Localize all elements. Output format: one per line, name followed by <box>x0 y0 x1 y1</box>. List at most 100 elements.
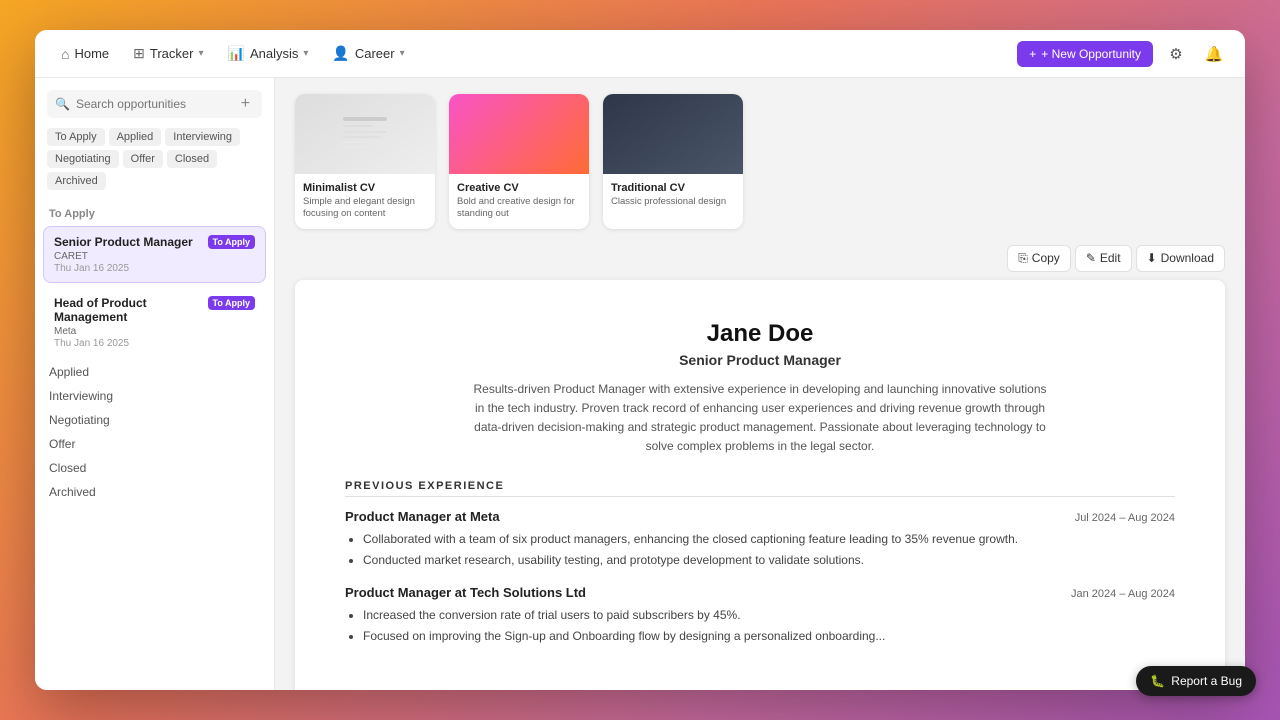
exp-title-techsolutions: Product Manager at Tech Solutions Ltd <box>345 585 586 600</box>
cv-card-desc-traditional: Classic professional design <box>611 196 735 208</box>
status-badge-senior-pm: To Apply <box>208 235 256 249</box>
experience-item-meta: Product Manager at Meta Jul 2024 – Aug 2… <box>345 509 1175 569</box>
resume-summary: Results-driven Product Manager with exte… <box>470 380 1050 457</box>
exp-bullet: Conducted market research, usability tes… <box>363 551 1175 569</box>
exp-bullet: Collaborated with a team of six product … <box>363 530 1175 548</box>
status-badge-head-pm: To Apply <box>208 296 256 310</box>
nav-analysis-label: Analysis <box>250 46 298 61</box>
download-button[interactable]: ⬇ Download <box>1136 245 1225 272</box>
job-company-senior-pm: CARET <box>54 251 255 262</box>
previous-experience-heading: PREVIOUS EXPERIENCE <box>345 480 1175 497</box>
cv-card-title-minimalist: Minimalist CV <box>303 182 427 194</box>
resume-name: Jane Doe <box>345 320 1175 348</box>
sidebar: 🔍 + To Apply Applied Interviewing Negoti… <box>35 78 275 690</box>
download-label: Download <box>1161 251 1214 265</box>
notifications-button[interactable]: 🔔 <box>1199 39 1229 69</box>
filter-tags: To Apply Applied Interviewing Negotiatin… <box>35 128 274 200</box>
exp-title-meta: Product Manager at Meta <box>345 509 500 524</box>
cv-card-desc-creative: Bold and creative design for standing ou… <box>457 196 581 221</box>
plus-icon: + <box>1029 47 1036 61</box>
resume-area: ⎘ Copy ✎ Edit ⬇ Download Jane Doe Senior… <box>275 245 1245 690</box>
cv-card-minimalist[interactable]: Minimalist CV Simple and elegant design … <box>295 94 435 229</box>
nav-career-label: Career <box>355 46 395 61</box>
cv-card-body-creative: Creative CV Bold and creative design for… <box>449 174 589 229</box>
exp-date-meta: Jul 2024 – Aug 2024 <box>1075 512 1175 524</box>
tracker-chevron-icon: ▾ <box>198 48 203 59</box>
new-opportunity-button[interactable]: + + New Opportunity <box>1017 41 1153 67</box>
filter-archived[interactable]: Archived <box>47 172 106 190</box>
filter-applied[interactable]: Applied <box>109 128 162 146</box>
search-icon: 🔍 <box>55 97 70 111</box>
cv-card-creative[interactable]: Creative CV Bold and creative design for… <box>449 94 589 229</box>
sidebar-link-applied[interactable]: Applied <box>35 360 274 384</box>
job-card-header-2: Head of Product Management To Apply <box>54 296 255 324</box>
cv-card-body-traditional: Traditional CV Classic professional desi… <box>603 174 743 216</box>
report-bug-button[interactable]: 🐛 Report a Bug <box>1136 666 1256 696</box>
bug-icon: 🐛 <box>1150 674 1165 688</box>
job-company-head-pm: Meta <box>54 326 255 337</box>
sidebar-link-offer[interactable]: Offer <box>35 432 274 456</box>
cv-card-desc-minimalist: Simple and elegant design focusing on co… <box>303 196 427 221</box>
job-card-senior-pm[interactable]: Senior Product Manager To Apply CARET Th… <box>43 226 266 283</box>
nav-career[interactable]: 👤 Career ▾ <box>322 40 414 67</box>
search-input[interactable] <box>76 97 231 111</box>
home-icon: ⌂ <box>61 46 69 62</box>
job-title-head-pm: Head of Product Management <box>54 296 202 324</box>
nav-tracker[interactable]: ⊞ Tracker ▾ <box>123 40 213 67</box>
top-nav: ⌂ Home ⊞ Tracker ▾ 📊 Analysis ▾ 👤 Career… <box>35 30 1245 78</box>
copy-button[interactable]: ⎘ Copy <box>1007 245 1071 272</box>
exp-date-techsolutions: Jan 2024 – Aug 2024 <box>1071 588 1175 600</box>
settings-button[interactable]: ⚙ <box>1161 39 1191 69</box>
main-content: Minimalist CV Simple and elegant design … <box>275 78 1245 690</box>
nav-home-label: Home <box>74 46 109 61</box>
add-opportunity-button[interactable]: + <box>237 95 254 113</box>
resume-toolbar: ⎘ Copy ✎ Edit ⬇ Download <box>295 245 1225 280</box>
new-opportunity-label: + New Opportunity <box>1041 47 1141 61</box>
download-icon: ⬇ <box>1147 251 1157 265</box>
filter-closed[interactable]: Closed <box>167 150 217 168</box>
exp-header-meta: Product Manager at Meta Jul 2024 – Aug 2… <box>345 509 1175 524</box>
cv-card-traditional[interactable]: Traditional CV Classic professional desi… <box>603 94 743 229</box>
job-title-senior-pm: Senior Product Manager <box>54 235 202 249</box>
analysis-icon: 📊 <box>228 45 245 62</box>
filter-interviewing[interactable]: Interviewing <box>165 128 240 146</box>
cv-thumbnail-creative <box>449 94 589 174</box>
copy-icon: ⎘ <box>1018 251 1028 266</box>
career-chevron-icon: ▾ <box>400 48 405 59</box>
sidebar-link-negotiating[interactable]: Negotiating <box>35 408 274 432</box>
job-card-header: Senior Product Manager To Apply <box>54 235 255 249</box>
settings-icon: ⚙ <box>1169 45 1182 63</box>
search-bar: 🔍 + <box>47 90 262 118</box>
sidebar-link-closed[interactable]: Closed <box>35 456 274 480</box>
exp-bullets-meta: Collaborated with a team of six product … <box>345 530 1175 569</box>
filter-offer[interactable]: Offer <box>123 150 163 168</box>
job-date-senior-pm: Thu Jan 16 2025 <box>54 263 255 274</box>
cv-selector: Minimalist CV Simple and elegant design … <box>275 78 1245 245</box>
job-card-head-pm[interactable]: Head of Product Management To Apply Meta… <box>43 287 266 358</box>
main-layout: 🔍 + To Apply Applied Interviewing Negoti… <box>35 78 1245 690</box>
bell-icon: 🔔 <box>1205 45 1224 63</box>
nav-home[interactable]: ⌂ Home <box>51 41 119 67</box>
filter-to-apply[interactable]: To Apply <box>47 128 105 146</box>
edit-label: Edit <box>1100 251 1121 265</box>
career-icon: 👤 <box>332 45 349 62</box>
edit-icon: ✎ <box>1086 251 1096 265</box>
sidebar-link-interviewing[interactable]: Interviewing <box>35 384 274 408</box>
nav-analysis[interactable]: 📊 Analysis ▾ <box>218 40 319 67</box>
experience-item-techsolutions: Product Manager at Tech Solutions Ltd Ja… <box>345 585 1175 645</box>
cv-thumbnail-traditional <box>603 94 743 174</box>
cv-card-title-creative: Creative CV <box>457 182 581 194</box>
cv-thumbnail-minimalist <box>295 94 435 174</box>
resume-paper: Jane Doe Senior Product Manager Results-… <box>295 280 1225 690</box>
edit-button[interactable]: ✎ Edit <box>1075 245 1132 272</box>
resume-title: Senior Product Manager <box>345 352 1175 368</box>
exp-bullet: Focused on improving the Sign-up and Onb… <box>363 627 1175 645</box>
exp-header-techsolutions: Product Manager at Tech Solutions Ltd Ja… <box>345 585 1175 600</box>
sidebar-link-archived[interactable]: Archived <box>35 480 274 504</box>
analysis-chevron-icon: ▾ <box>303 48 308 59</box>
minimalist-preview-icon <box>335 109 395 159</box>
filter-negotiating[interactable]: Negotiating <box>47 150 119 168</box>
report-bug-label: Report a Bug <box>1171 674 1242 688</box>
tracker-icon: ⊞ <box>133 45 145 62</box>
cv-card-title-traditional: Traditional CV <box>611 182 735 194</box>
